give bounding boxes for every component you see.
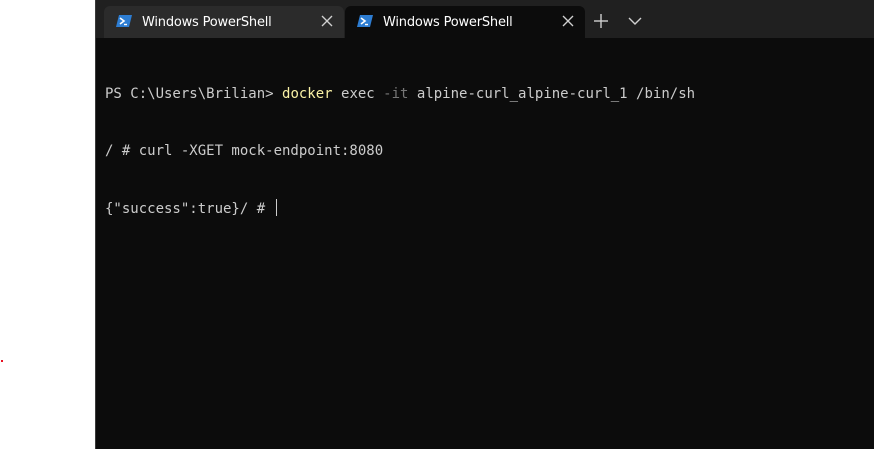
stray-red-dot — [1, 360, 3, 362]
tab-powershell-2[interactable]: Windows PowerShell — [345, 6, 585, 38]
shell-output: {"success":true}/ # — [105, 201, 274, 217]
powershell-icon — [116, 15, 132, 27]
terminal-window: Windows PowerShell Windows PowerShell PS… — [95, 0, 874, 449]
command-args: alpine-curl_alpine-curl_1 /bin/sh — [408, 86, 696, 102]
tab-title: Windows PowerShell — [142, 15, 272, 30]
shell-command: / # curl -XGET mock-endpoint:8080 — [105, 143, 384, 159]
tab-title: Windows PowerShell — [383, 15, 513, 30]
command-parameter: -it — [383, 86, 409, 102]
tab-bar: Windows PowerShell Windows PowerShell — [96, 0, 874, 38]
terminal-line: {"success":true}/ # — [105, 199, 874, 218]
tab-powershell-1[interactable]: Windows PowerShell — [104, 6, 344, 38]
terminal-line: / # curl -XGET mock-endpoint:8080 — [105, 142, 874, 161]
chevron-down-icon[interactable] — [626, 12, 644, 30]
command-args: exec — [332, 86, 384, 102]
text-cursor — [275, 199, 277, 216]
powershell-icon — [357, 15, 373, 27]
terminal-line: PS C:\Users\Brilian> docker exec -it alp… — [105, 85, 874, 104]
prompt: PS C:\Users\Brilian> — [105, 86, 283, 102]
terminal-output[interactable]: PS C:\Users\Brilian> docker exec -it alp… — [96, 38, 874, 449]
close-icon[interactable] — [561, 14, 575, 28]
plus-icon[interactable] — [591, 11, 611, 31]
command-name: docker — [282, 86, 333, 102]
close-icon[interactable] — [320, 14, 334, 28]
